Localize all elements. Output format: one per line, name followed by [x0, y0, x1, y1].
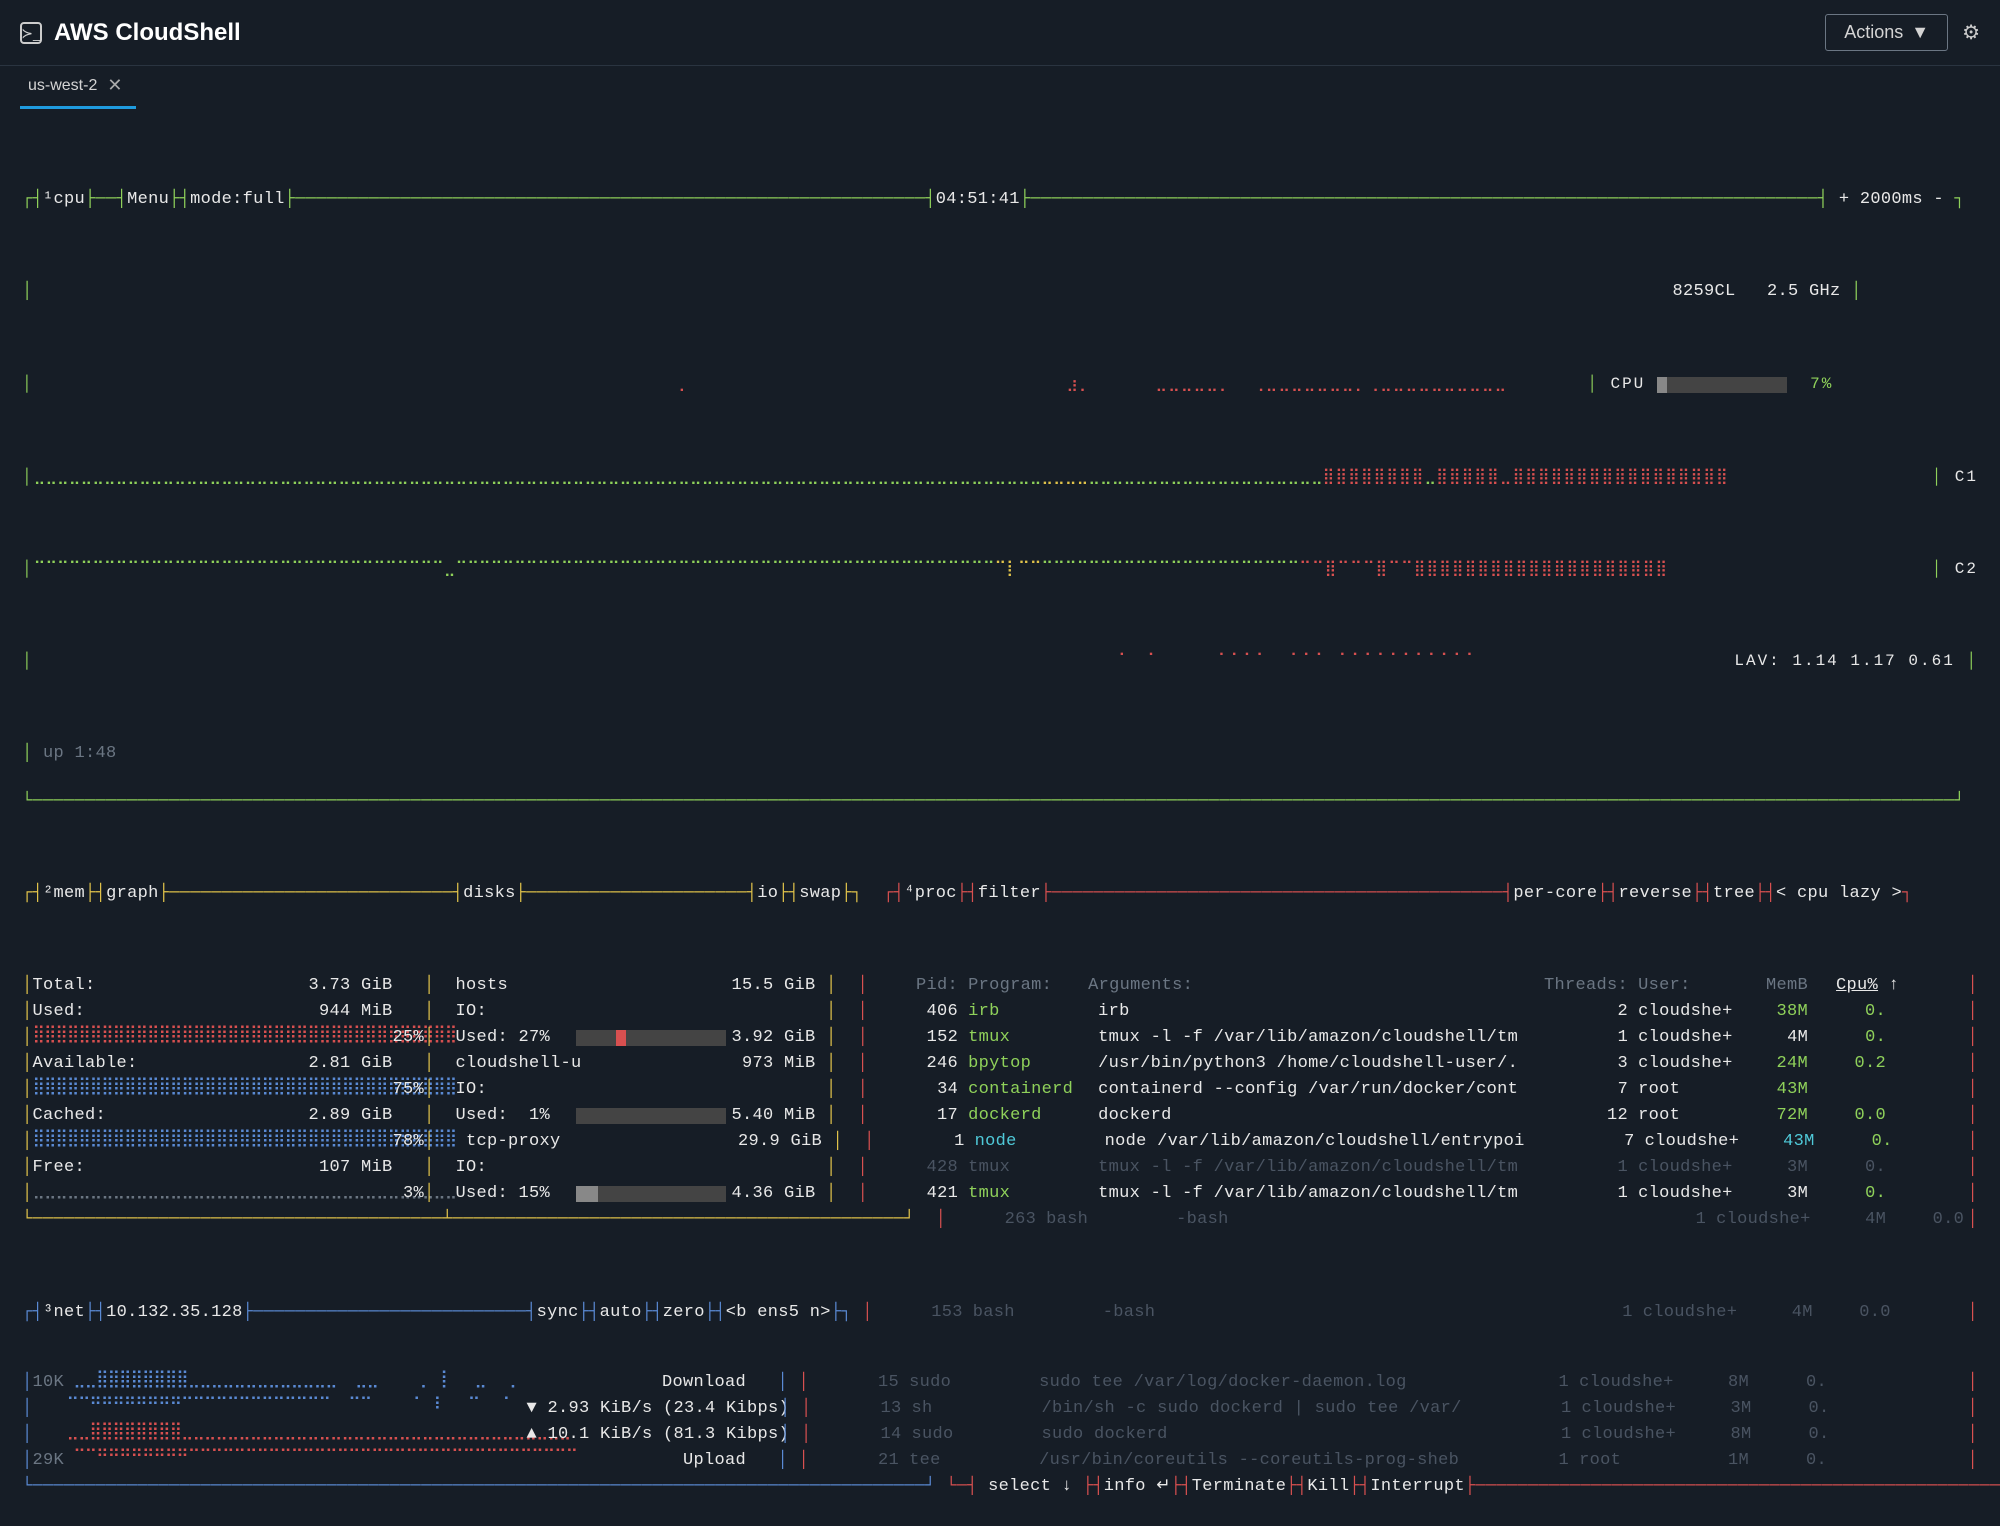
content-row: │⣿⣿⣿⣿⣿⣿⣿⣿⣿⣿⣿⣿⣿⣿⣿⣿⣿⣿⣿⣿⣿⣿⣿⣿⣿⣿⣿⣿⣿⣿⣿⣿⣿⣿⣿⣿⣿75…: [22, 1077, 1978, 1103]
net-header: ┌┤³net├┤10.132.35.128├──────────────────…: [22, 1300, 1978, 1326]
close-icon[interactable]: ✕: [107, 74, 122, 97]
content-row: │Used:944 MiB │ IO: │ │406irbirb2cloudsh…: [22, 999, 1978, 1025]
cpu-freq: 2.5 GHz: [1767, 281, 1841, 303]
content-row: │⣿⣿⣿⣿⣿⣿⣿⣿⣿⣿⣿⣿⣿⣿⣿⣿⣿⣿⣿⣿⣿⣿⣿⣿⣿⣿⣿⣿⣿⣿⣿⣿⣿⣿⣿⣿⣿78…: [22, 1129, 1978, 1155]
cloudshell-icon: ≻_: [20, 22, 42, 44]
actions-button[interactable]: Actions ▼: [1825, 14, 1948, 51]
content-row: │⣿⣿⣿⣿⣿⣿⣿⣿⣿⣿⣿⣿⣿⣿⣿⣿⣿⣿⣿⣿⣿⣿⣿⣿⣿⣿⣿⣿⣿⣿⣿⣿⣿⣿⣿⣿⣿25…: [22, 1025, 1978, 1051]
net-row: │10K ⣀⣀⣿⣿⣿⣿⣿⣿⣿⣿⣀⣀⣀⣀⣀⣀⣀⣀⣀⣀⣀⣀⣀ ⣀⣀ ⢀ ⢸ ⣀ ⢀D…: [22, 1370, 1978, 1396]
cpu-total-label: CPU: [1610, 374, 1645, 395]
cpu-header: ┌┤¹cpu├──┤Menu├┤mode:full├──────────────…: [22, 187, 1978, 213]
content-row: │Available:2.81 GiB │ cloudshell-u973 Mi…: [22, 1051, 1978, 1077]
content-row: │Free:107 MiB │ IO: │ │428tmuxtmux -l -f…: [22, 1155, 1978, 1181]
terminal: ┌┤¹cpu├──┤Menu├┤mode:full├──────────────…: [0, 109, 2000, 1526]
net-row: │⠉⠉⠛⠛⠛⠛⠛⠛⠛⠛⠉⠉⠉⠉⠉⠉⠉⠉⠉⠉⠉⠉⠉ ⠉⠉ ⠈ ⠸ ⠉ ⠈▼ 2.9…: [22, 1396, 1978, 1422]
net-row: │⣀⣀⣿⣿⣿⣿⣿⣿⣿⣿⣀⣀⣀⣀⣀⣀⣀⣀⣀⣀⣀⣀⣀⣀⣀⣀⣀⣀⣀⣀⣀⣀⣀⣀⣀⣀⣀⣀⣀…: [22, 1422, 1978, 1448]
content-row: └───────────────────────────────────────…: [22, 1207, 1978, 1233]
chevron-down-icon: ▼: [1911, 21, 1929, 44]
content-row: │Cached:2.89 GiB │ Used: 1%5.40 MiB │ │1…: [22, 1103, 1978, 1129]
tab-label: us-west-2: [28, 76, 97, 97]
cpu-model: 8259CL: [1673, 281, 1736, 303]
cpu-lav: LAV: 1.14 1.17 0.61: [1734, 651, 1954, 672]
uptime: up 1:48: [43, 743, 117, 765]
net-row: │29K ⠉⠉⠛⠛⠛⠛⠛⠛⠛⠛⠉⠉⠉⠉⠉⠉⠉⠉⠉⠉⠉⠉⠉⠉⠉⠉⠉⠉⠉⠉⠉⠉⠉⠉⠉…: [22, 1448, 1978, 1474]
footer-row: └───────────────────────────────────────…: [22, 1474, 1978, 1500]
tabs: us-west-2 ✕: [0, 66, 2000, 108]
actions-label: Actions: [1844, 21, 1903, 44]
content-row: │⣀⣀⣀⣀⣀⣀⣀⣀⣀⣀⣀⣀⣀⣀⣀⣀⣀⣀⣀⣀⣀⣀⣀⣀⣀⣀⣀⣀⣀⣀⣀⣀⣀⣀⣀⣀⣀ 3…: [22, 1181, 1978, 1207]
app-title: AWS CloudShell: [54, 17, 241, 48]
cpu-pct: 7%: [1810, 374, 1833, 395]
cpu-core-c2: C2: [1955, 559, 1978, 580]
mid-header: ┌┤²mem├┤graph├──────────────────────────…: [22, 881, 1978, 907]
gear-icon[interactable]: ⚙: [1962, 20, 1980, 46]
content-row: │Total:3.73 GiB │ hosts15.5 GiB │ │Pid:P…: [22, 973, 1978, 999]
tab-region[interactable]: us-west-2 ✕: [20, 66, 136, 108]
header: ≻_ AWS CloudShell Actions ▼ ⚙: [0, 0, 2000, 66]
cpu-core-c1: C1: [1955, 467, 1978, 488]
